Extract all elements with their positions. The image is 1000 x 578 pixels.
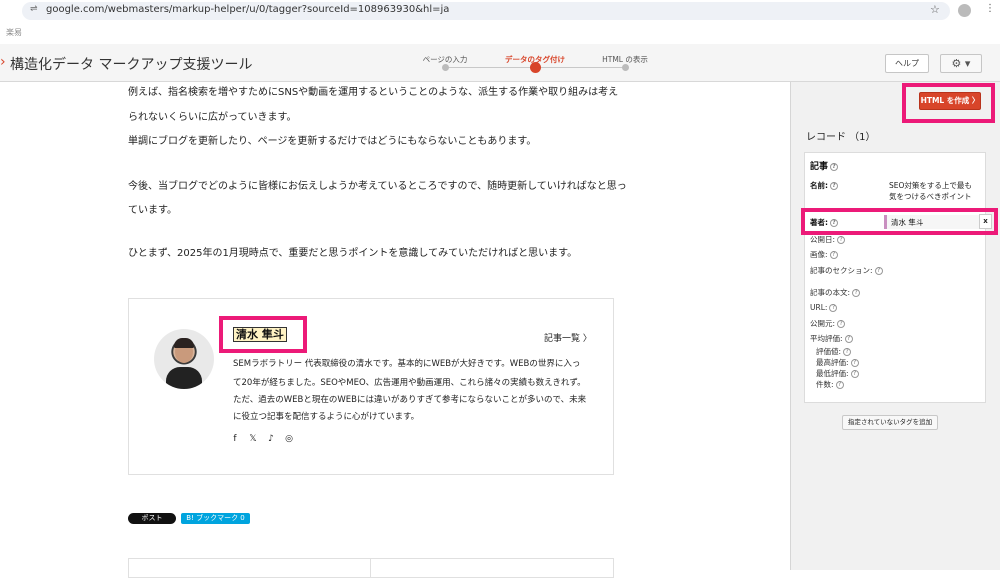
help-icon[interactable]: ? xyxy=(830,162,839,171)
bookmarks-bar xyxy=(0,24,1000,42)
settings-gear-button[interactable]: ⚙ ▾ xyxy=(940,54,982,73)
field-headline[interactable]: 名前:? xyxy=(810,180,838,191)
step-dot-html[interactable] xyxy=(622,64,629,71)
article-paragraph[interactable]: ひとまず、2025年の1月現時点で、重要だと思うポイントを意識してみていただけれ… xyxy=(128,244,577,259)
author-bio-line: て20年が経ちました。SEOやMEO、広告運用や動画運用、これら諸々の実績も数え… xyxy=(233,378,586,388)
facebook-icon[interactable]: f xyxy=(229,434,241,444)
article-paragraph[interactable]: 今後、当ブログでどのように皆様にお伝えしようか考えているところですので、随時更新… xyxy=(128,177,627,192)
field-best-rating[interactable]: 最高評価:? xyxy=(816,357,859,368)
author-field-highlight-box xyxy=(801,208,998,235)
headline-value[interactable]: SEO対策をする上で最も気をつけるべきポイント xyxy=(889,180,979,202)
field-rating-count[interactable]: 件数:? xyxy=(816,379,844,390)
avatar-body xyxy=(166,367,202,389)
field-label: 公開日: xyxy=(810,235,836,244)
step-dot-input[interactable] xyxy=(442,64,449,71)
field-url[interactable]: URL:? xyxy=(810,303,838,312)
help-icon[interactable]: ? xyxy=(850,370,859,378)
article-paragraph[interactable]: 単調にブログを更新したり、ページを更新するだけではどうにもならないこともあります… xyxy=(128,132,536,147)
help-icon[interactable]: ? xyxy=(874,267,883,275)
hatena-bookmark-button[interactable]: B! ブックマーク 0 xyxy=(181,513,250,524)
help-icon[interactable]: ? xyxy=(850,359,859,367)
app-title: 構造化データ マークアップ支援ツール xyxy=(10,57,253,73)
related-card-divider xyxy=(370,558,371,578)
field-label: 最低評価: xyxy=(816,369,849,378)
help-button[interactable]: ヘルプ xyxy=(885,54,929,73)
field-publisher[interactable]: 公開元:? xyxy=(810,318,846,329)
instagram-icon[interactable]: ◎ xyxy=(283,434,295,444)
tiktok-icon[interactable]: ♪ xyxy=(265,434,277,444)
help-icon[interactable]: ? xyxy=(829,304,838,312)
help-icon[interactable]: ? xyxy=(835,381,844,389)
help-icon[interactable]: ? xyxy=(844,335,853,343)
step-dot-tagging[interactable] xyxy=(530,62,541,73)
x-twitter-icon[interactable]: 𝕏 xyxy=(247,434,259,444)
field-aggregate-rating[interactable]: 平均評価:? xyxy=(810,333,853,344)
field-label: 評価値: xyxy=(816,347,842,356)
profile-avatar[interactable] xyxy=(958,4,971,17)
article-paragraph[interactable]: 例えば、指名検索を増やすためにSNSや動画を運用するということのような、派生する… xyxy=(128,83,618,98)
author-name-highlight-box xyxy=(219,316,307,353)
add-untagged-button[interactable]: 指定されていないタグを追加 xyxy=(842,415,938,430)
help-icon[interactable]: ? xyxy=(852,289,861,297)
help-icon[interactable]: ? xyxy=(843,348,852,356)
field-worst-rating[interactable]: 最低評価:? xyxy=(816,368,859,379)
field-article-body[interactable]: 記事の本文:? xyxy=(810,287,861,298)
record-type-label: 記事? xyxy=(810,159,839,172)
author-avatar[interactable] xyxy=(154,329,214,389)
field-label: 最高評価: xyxy=(816,358,849,367)
field-date-published[interactable]: 公開日:? xyxy=(810,234,846,245)
field-image[interactable]: 画像:? xyxy=(810,249,838,260)
field-label: URL: xyxy=(810,303,828,312)
field-article-section[interactable]: 記事のセクション:? xyxy=(810,265,883,276)
record-type-text: 記事 xyxy=(810,162,829,172)
help-icon[interactable]: ? xyxy=(837,320,846,328)
field-label: 記事のセクション: xyxy=(810,266,873,275)
field-rating-value[interactable]: 評価値:? xyxy=(816,346,852,357)
browser-menu-icon[interactable]: ⋮ xyxy=(985,3,995,14)
url-text[interactable]: google.com/webmasters/markup-helper/u/0/… xyxy=(46,4,449,15)
help-icon[interactable]: ? xyxy=(837,236,846,244)
field-label: 公開元: xyxy=(810,319,836,328)
record-heading: レコード （1） xyxy=(806,132,876,143)
author-bio-line: ただ、過去のWEBと現在のWEBには違いがありすぎて参考にならないことが多いので… xyxy=(233,395,587,405)
article-list-link[interactable]: 記事一覧 〉 xyxy=(544,331,592,344)
article-paragraph[interactable]: られないくらいに広がっていきます。 xyxy=(128,108,297,123)
field-label: 記事の本文: xyxy=(810,288,851,297)
post-share-button[interactable]: ポスト xyxy=(128,513,176,524)
author-bio-line: に役立つ記事を配信するように心がけています。 xyxy=(233,412,420,422)
field-label: 画像: xyxy=(810,250,828,259)
field-label: 名前: xyxy=(810,181,828,190)
bookmark-star-icon[interactable]: ☆ xyxy=(930,3,940,16)
article-paragraph[interactable]: ています。 xyxy=(128,201,177,216)
create-html-highlight-box xyxy=(902,83,995,123)
related-card xyxy=(128,558,614,578)
app-logo-icon: › xyxy=(0,54,6,70)
field-label: 平均評価: xyxy=(810,334,843,343)
help-icon[interactable]: ? xyxy=(830,182,838,190)
author-bio-line: SEMラボラトリー 代表取締役の清水です。基本的にWEBが大好きです。WEBの世… xyxy=(233,359,581,369)
avatar-hair xyxy=(174,338,194,348)
bookmark-item[interactable]: 楽易 xyxy=(6,27,22,38)
field-label: 件数: xyxy=(816,380,834,389)
site-info-icon[interactable]: ⇌ xyxy=(30,4,38,14)
help-icon[interactable]: ? xyxy=(829,251,838,259)
